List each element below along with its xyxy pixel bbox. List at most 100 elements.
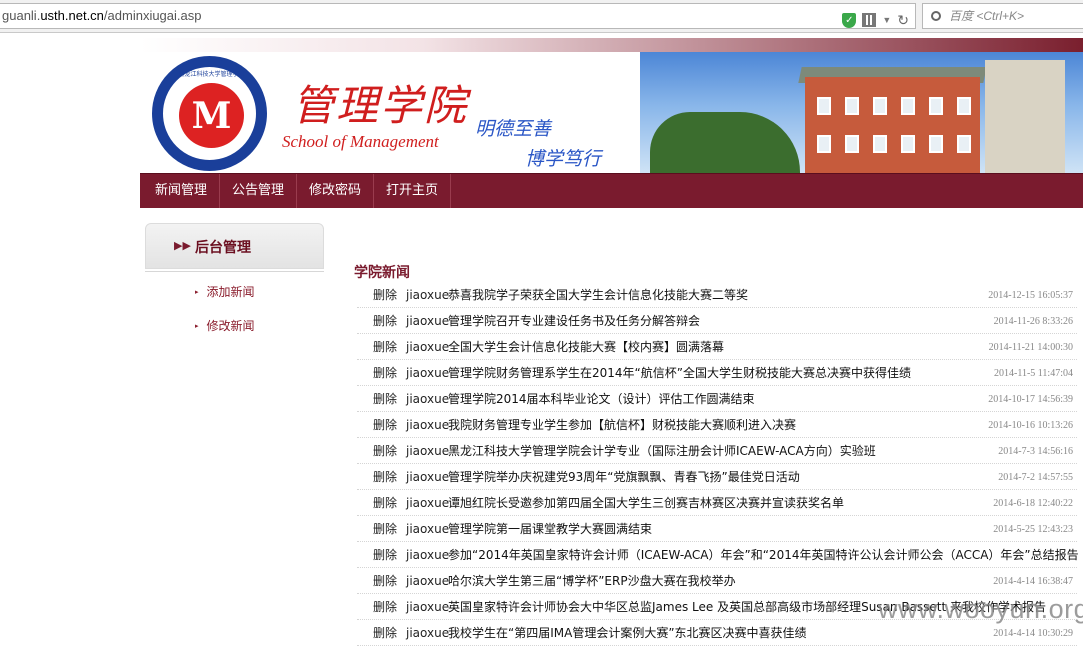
news-row: 删除 jiaoxue 谭旭红院长受邀参加第四届全国大学生三创赛吉林赛区决赛并宣读获奖…: [357, 490, 1077, 516]
news-author: jiaoxue: [406, 418, 450, 432]
news-row: 删除 jiaoxue 恭喜我院学子荣获全国大学生会计信息化技能大赛二等奖 2014-1…: [357, 282, 1077, 308]
news-date: 2014-10-16 10:13:26: [988, 420, 1073, 431]
news-date: 2014-11-26 8:33:26: [993, 316, 1073, 327]
sidebar-header: ▶▶ 后台管理: [145, 223, 324, 269]
news-author: jiaoxue: [406, 340, 450, 354]
news-date: 2014-4-14 16:38:47: [993, 576, 1073, 587]
news-author: jiaoxue: [406, 574, 450, 588]
delete-link[interactable]: 删除: [373, 466, 397, 488]
logo-ring-text: 黑龙江科技大学管理学院: [178, 71, 245, 78]
news-author: jiaoxue: [406, 288, 450, 302]
delete-link[interactable]: 删除: [373, 336, 397, 358]
nav-news-manage[interactable]: 新闻管理: [140, 174, 221, 208]
url-prefix: guanli.: [2, 8, 41, 23]
sidebar-item-label: 添加新闻: [206, 285, 255, 299]
motto-line-1: 明德至善: [475, 118, 552, 140]
school-name-cn: 管理学院: [292, 81, 469, 130]
news-title-link[interactable]: 恭喜我院学子荣获全国大学生会计信息化技能大赛二等奖: [448, 284, 748, 306]
url-domain: usth.net.cn: [40, 8, 104, 23]
news-title-link[interactable]: 谭旭红院长受邀参加第四届全国大学生三创赛吉林赛区决赛并宣读获奖名单: [448, 492, 844, 514]
news-date: 2014-10-17 14:56:39: [988, 394, 1073, 405]
news-date: 2014-11-21 14:00:30: [988, 342, 1073, 353]
sidebar-item-edit-news[interactable]: ▸ 修改新闻: [195, 317, 255, 334]
news-date: 2014-12-15 16:05:37: [988, 290, 1073, 301]
watermark: www.wooyun.org: [878, 594, 1083, 624]
news-row: 删除 jiaoxue 管理学院2014届本科毕业论文（设计）评估工作圆满结束 201…: [357, 386, 1077, 412]
news-title-link[interactable]: 黑龙江科技大学管理学院会计学专业（国际注册会计师ICAEW-ACA方向）实验班: [448, 440, 876, 462]
news-author: jiaoxue: [406, 392, 450, 406]
school-name-en: School of Management: [282, 132, 439, 151]
news-author: jiaoxue: [406, 366, 450, 380]
news-title-link[interactable]: 管理学院2014届本科毕业论文（设计）评估工作圆满结束: [448, 388, 755, 410]
bullet-arrow-icon: ▸: [195, 322, 199, 330]
news-title-link[interactable]: 管理学院第一届课堂教学大赛圆满结束: [448, 518, 652, 540]
news-author: jiaoxue: [406, 314, 450, 328]
university-logo: 黑龙江科技大学管理学院 M: [152, 56, 267, 171]
news-date: 2014-5-25 12:43:23: [993, 524, 1073, 535]
delete-link[interactable]: 删除: [373, 596, 397, 618]
nav-change-password[interactable]: 修改密码: [297, 174, 375, 208]
delete-link[interactable]: 删除: [373, 570, 397, 592]
motto-line-2: 博学笃行: [525, 148, 602, 170]
delete-link[interactable]: 删除: [373, 388, 397, 410]
news-row: 删除 jiaoxue 哈尔滨大学生第三届“博学杯”ERP沙盘大赛在我校举办 2014-…: [357, 568, 1077, 594]
delete-link[interactable]: 删除: [373, 310, 397, 332]
header-top-stripe: [140, 38, 1083, 52]
news-title-link[interactable]: 我院财务管理专业学生参加【航信杯】财税技能大赛顺利进入决赛: [448, 414, 796, 436]
news-date: 2014-7-3 14:56:16: [998, 446, 1073, 457]
news-date: 2014-11-5 11:47:04: [994, 368, 1073, 379]
news-row: 删除 jiaoxue 参加“2014年英国皇家特许会计师（ICAEW-ACA）年会”…: [357, 542, 1079, 568]
search-box[interactable]: 百度 <Ctrl+K>: [922, 3, 1083, 29]
delete-link[interactable]: 删除: [373, 284, 397, 306]
news-date: 2014-6-18 12:40:22: [993, 498, 1073, 509]
logo-emblem: M: [179, 83, 244, 148]
news-title-link[interactable]: 管理学院举办庆祝建党93周年“党旗飘飘、青春飞扬”最佳党日活动: [448, 466, 800, 488]
delete-link[interactable]: 删除: [373, 492, 397, 514]
news-title-link[interactable]: 全国大学生会计信息化技能大赛【校内赛】圆满落幕: [448, 336, 724, 358]
news-row: 删除 jiaoxue 管理学院召开专业建设任务书及任务分解答辩会 2014-11-26…: [357, 308, 1077, 334]
news-title-link[interactable]: 管理学院召开专业建设任务书及任务分解答辩会: [448, 310, 700, 332]
news-author: jiaoxue: [406, 496, 450, 510]
sidebar-divider: [145, 271, 324, 272]
dropdown-arrow-icon[interactable]: ▼: [882, 8, 891, 32]
news-title-link[interactable]: 管理学院财务管理系学生在2014年“航信杯”全国大学生财税技能大赛总决赛中获得佳…: [448, 362, 911, 384]
news-title-link[interactable]: 参加“2014年英国皇家特许会计师（ICAEW-ACA）年会”和“2014年英国…: [448, 544, 1079, 566]
news-row: 删除 jiaoxue 管理学院第一届课堂教学大赛圆满结束 2014-5-25 12:4…: [357, 516, 1077, 542]
news-author: jiaoxue: [406, 470, 450, 484]
delete-link[interactable]: 删除: [373, 362, 397, 384]
security-shield-icon[interactable]: ✓: [842, 12, 857, 28]
main-nav: 新闻管理 公告管理 修改密码 打开主页: [140, 173, 1083, 208]
double-arrow-icon: ▶▶: [174, 239, 191, 252]
news-row: 删除 jiaoxue 黑龙江科技大学管理学院会计学专业（国际注册会计师ICAEW-A…: [357, 438, 1077, 464]
news-author: jiaoxue: [406, 522, 450, 536]
search-placeholder: 百度 <Ctrl+K>: [949, 9, 1025, 23]
news-row: 删除 jiaoxue 全国大学生会计信息化技能大赛【校内赛】圆满落幕 2014-11-…: [357, 334, 1077, 360]
sidebar-item-label: 修改新闻: [206, 319, 255, 333]
reload-icon[interactable]: ↻: [897, 8, 909, 32]
address-bar[interactable]: guanli.usth.net.cn/adminxiugai.asp ✓ ▼ ↻: [0, 3, 916, 29]
url-path: /adminxiugai.asp: [103, 8, 202, 23]
news-author: jiaoxue: [406, 600, 450, 614]
nav-open-homepage[interactable]: 打开主页: [374, 174, 452, 208]
news-author: jiaoxue: [406, 444, 450, 458]
search-icon: [931, 11, 941, 21]
nav-notice-manage[interactable]: 公告管理: [220, 174, 298, 208]
qr-code-icon[interactable]: [862, 13, 877, 27]
sidebar-title: 后台管理: [195, 240, 251, 256]
news-section-title: 学院新闻: [354, 265, 410, 281]
news-row: 删除 jiaoxue 管理学院举办庆祝建党93周年“党旗飘飘、青春飞扬”最佳党日活动…: [357, 464, 1077, 490]
bullet-arrow-icon: ▸: [195, 288, 199, 296]
delete-link[interactable]: 删除: [373, 440, 397, 462]
delete-link[interactable]: 删除: [373, 518, 397, 540]
news-row: 删除 jiaoxue 我院财务管理专业学生参加【航信杯】财税技能大赛顺利进入决赛 20…: [357, 412, 1077, 438]
sidebar-item-add-news[interactable]: ▸ 添加新闻: [195, 283, 255, 300]
news-title-link[interactable]: 哈尔滨大学生第三届“博学杯”ERP沙盘大赛在我校举办: [448, 570, 736, 592]
delete-link[interactable]: 删除: [373, 414, 397, 436]
news-row: 删除 jiaoxue 管理学院财务管理系学生在2014年“航信杯”全国大学生财税技能…: [357, 360, 1077, 386]
site-banner: 黑龙江科技大学管理学院 M 管理学院 School of Management …: [140, 52, 1083, 173]
news-author: jiaoxue: [406, 548, 450, 562]
browser-toolbar: guanli.usth.net.cn/adminxiugai.asp ✓ ▼ ↻…: [0, 0, 1083, 33]
delete-link[interactable]: 删除: [373, 544, 397, 566]
news-date: 2014-4-14 10:30:29: [993, 628, 1073, 639]
campus-building-photo: [640, 52, 1083, 173]
